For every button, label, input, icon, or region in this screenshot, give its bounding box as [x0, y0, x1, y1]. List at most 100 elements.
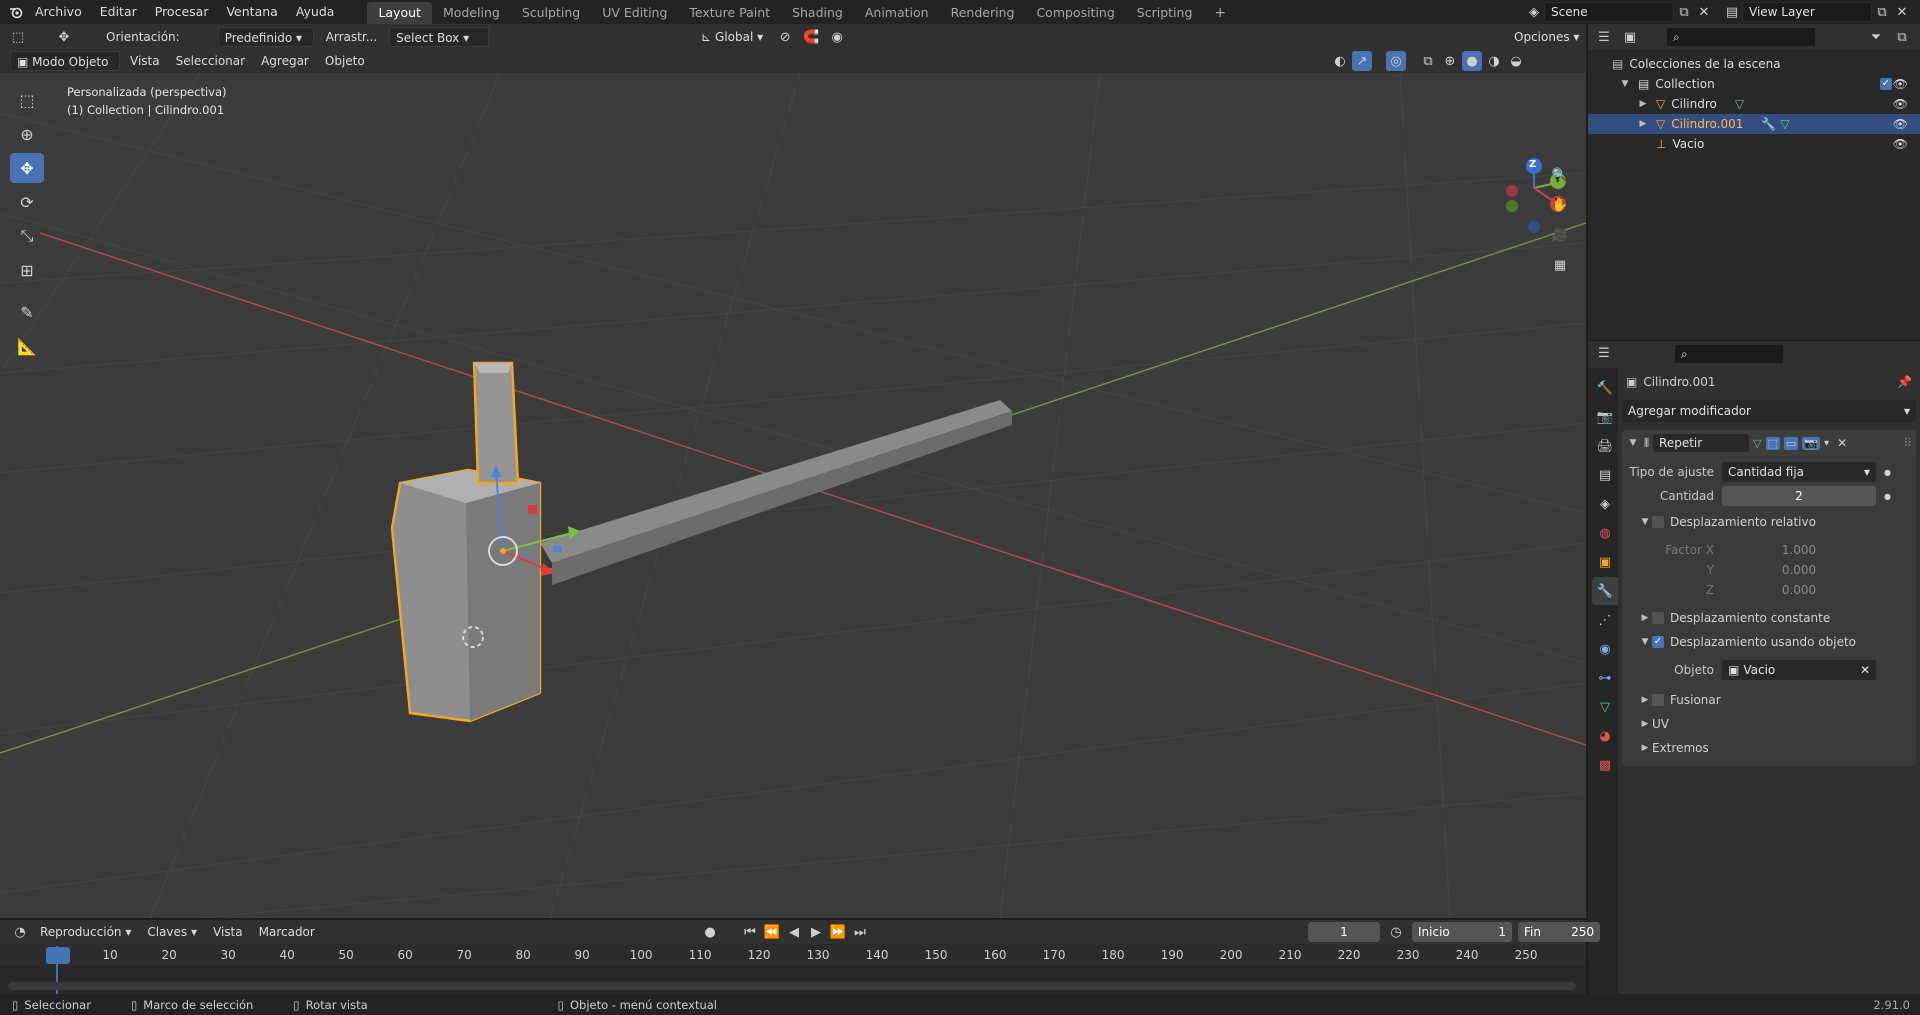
- tool-tab-icon[interactable]: 🔨: [1592, 374, 1618, 402]
- menu-agregar[interactable]: Agregar: [255, 51, 315, 71]
- start-frame-field[interactable]: Inicio 1: [1412, 922, 1512, 942]
- modifier-name-field[interactable]: Repetir: [1653, 434, 1750, 452]
- selected-object-cilindro-001[interactable]: [390, 361, 542, 723]
- outliner-collection[interactable]: ▼ ▤ Collection ✓ 👁: [1588, 74, 1920, 94]
- menu-reproduccion[interactable]: Reproducción ▾: [34, 922, 137, 942]
- transform-tool-icon[interactable]: ⊞: [10, 255, 44, 285]
- scene-field[interactable]: Scene: [1544, 2, 1674, 22]
- keyframe-dot-icon[interactable]: ●: [1884, 492, 1891, 501]
- tab-scripting[interactable]: Scripting: [1126, 2, 1204, 24]
- end-frame-field[interactable]: Fin 250: [1518, 922, 1600, 942]
- relative-offset-row[interactable]: ▼ Desplazamiento relativo: [1622, 510, 1916, 534]
- tab-layout[interactable]: Layout: [367, 2, 432, 24]
- constant-offset-checkbox[interactable]: [1652, 612, 1664, 624]
- physics-tab-icon[interactable]: ◉: [1592, 635, 1618, 663]
- menu-archivo[interactable]: Archivo: [26, 0, 91, 24]
- outliner-item-cilindro-001[interactable]: ▶ ▽ Cilindro.001 🔧 ▽ 👁: [1588, 114, 1920, 134]
- texture-tab-icon[interactable]: ▩: [1592, 751, 1618, 779]
- view-layer-tab-icon[interactable]: ▤: [1592, 461, 1618, 489]
- play-reverse-icon[interactable]: ◀: [784, 922, 804, 942]
- caps-row[interactable]: ▶ Extremos: [1622, 736, 1916, 760]
- visibility-eye-icon[interactable]: 👁: [1893, 117, 1908, 131]
- material-shading-icon[interactable]: ◑: [1484, 51, 1504, 71]
- outliner-search[interactable]: ⌕: [1666, 27, 1816, 47]
- solid-shading-icon[interactable]: ●: [1462, 51, 1482, 71]
- visibility-icon[interactable]: ◐: [1330, 51, 1350, 71]
- transform-tool-icon[interactable]: ✥: [54, 27, 74, 47]
- close-view-layer-icon[interactable]: ✕: [1892, 2, 1912, 22]
- properties-search[interactable]: ⌕: [1674, 343, 1784, 364]
- options-dropdown[interactable]: Opciones ▾: [1508, 27, 1585, 47]
- expand-icon[interactable]: ▶: [1636, 119, 1650, 129]
- collection-visibility-icon[interactable]: 👁: [1893, 77, 1908, 91]
- properties-editor-type-icon[interactable]: ☰: [1594, 344, 1614, 364]
- collection-checkbox[interactable]: ✓: [1880, 78, 1892, 90]
- view-layer-icon[interactable]: ▤: [1722, 2, 1742, 22]
- filter-icon[interactable]: ⏷: [1866, 27, 1886, 47]
- particles-tab-icon[interactable]: ⋰: [1592, 606, 1618, 634]
- pan-hand-icon[interactable]: ✋: [1550, 195, 1570, 215]
- frame-ruler[interactable]: 1102030405060708090100110120130140150160…: [0, 944, 1586, 966]
- render-icon[interactable]: 📷: [1802, 436, 1821, 450]
- rendered-shading-icon[interactable]: ◒: [1506, 51, 1526, 71]
- tab-shading[interactable]: Shading: [781, 2, 854, 24]
- expand-merge-icon[interactable]: ▶: [1638, 695, 1652, 705]
- modifier-wrench-icon[interactable]: 🔧: [1761, 117, 1776, 131]
- close-scene-icon[interactable]: ✕: [1694, 2, 1714, 22]
- menu-ventana[interactable]: Ventana: [217, 0, 286, 24]
- on-cage-icon[interactable]: ⬚: [1765, 436, 1780, 450]
- menu-vista-timeline[interactable]: Vista: [207, 922, 249, 942]
- play-icon[interactable]: ▶: [806, 922, 826, 942]
- wireframe-shading-icon[interactable]: ⊕: [1440, 51, 1460, 71]
- tab-uv-editing[interactable]: UV Editing: [591, 2, 678, 24]
- editor-type-icon[interactable]: ⬚: [8, 27, 28, 47]
- overlay-toggle-icon[interactable]: ◎: [1386, 51, 1406, 71]
- expand-icon[interactable]: ▶: [1636, 99, 1650, 109]
- tab-sculpting[interactable]: Sculpting: [511, 2, 591, 24]
- jump-end-icon[interactable]: ⏭: [850, 922, 870, 942]
- expand-constant-icon[interactable]: ▶: [1638, 613, 1652, 623]
- tab-rendering[interactable]: Rendering: [940, 2, 1026, 24]
- material-tab-icon[interactable]: ◕: [1592, 722, 1618, 750]
- tab-texture-paint[interactable]: Texture Paint: [678, 2, 781, 24]
- expand-collection-icon[interactable]: ▼: [1618, 79, 1632, 89]
- select-tool-icon[interactable]: ⬚: [10, 85, 44, 115]
- new-view-layer-icon[interactable]: ⧉: [1872, 2, 1892, 22]
- factor-z-field[interactable]: 0.000: [1722, 580, 1876, 600]
- render-tab-icon[interactable]: 📷: [1592, 403, 1618, 431]
- jump-start-icon[interactable]: ⏮: [740, 922, 760, 942]
- orientation-dropdown[interactable]: Predefinido ▾: [217, 27, 314, 47]
- tab-compositing[interactable]: Compositing: [1025, 2, 1125, 24]
- pin-icon[interactable]: 📌: [1897, 375, 1912, 389]
- menu-seleccionar[interactable]: Seleccionar: [170, 51, 251, 71]
- expand-relative-icon[interactable]: ▼: [1638, 517, 1652, 527]
- expand-uv-icon[interactable]: ▶: [1638, 719, 1652, 729]
- prev-keyframe-icon[interactable]: ⏪: [762, 922, 782, 942]
- measure-tool-icon[interactable]: 📐: [10, 331, 44, 361]
- zoom-icon[interactable]: 🔍: [1550, 165, 1570, 185]
- scene-tab-icon[interactable]: ◈: [1592, 490, 1618, 518]
- modifier-tab-icon[interactable]: 🔧: [1592, 577, 1618, 605]
- tab-modeling[interactable]: Modeling: [432, 2, 511, 24]
- rotate-tool-icon[interactable]: ⟳: [10, 187, 44, 217]
- drag-dropdown[interactable]: Arrastr...: [320, 27, 383, 47]
- mode-dropdown[interactable]: ▣ Modo Objeto ▾: [10, 51, 120, 89]
- timeline-editor-type-icon[interactable]: ◔: [10, 922, 30, 942]
- blender-logo-icon[interactable]: [6, 2, 26, 22]
- count-field[interactable]: 2: [1722, 486, 1876, 506]
- constraints-tab-icon[interactable]: ⊶: [1592, 664, 1618, 692]
- add-modifier-button[interactable]: Agregar modificador ▾: [1622, 400, 1916, 422]
- snap-icon[interactable]: 🧲: [801, 27, 821, 47]
- view-layer-field[interactable]: View Layer: [1742, 2, 1872, 22]
- visibility-eye-icon[interactable]: 👁: [1893, 97, 1908, 111]
- add-workspace-button[interactable]: +: [1203, 2, 1237, 24]
- pivot-icon[interactable]: ⊘: [775, 27, 795, 47]
- factor-y-field[interactable]: 0.000: [1722, 560, 1876, 580]
- clock-icon[interactable]: ◷: [1386, 922, 1406, 942]
- relative-offset-checkbox[interactable]: [1652, 516, 1664, 528]
- offset-object-field[interactable]: ▣ Vacio ✕: [1722, 660, 1876, 680]
- timeline-scrollbar[interactable]: [8, 982, 1576, 990]
- world-tab-icon[interactable]: ◍: [1592, 519, 1618, 547]
- constant-offset-row[interactable]: ▶ Desplazamiento constante: [1622, 606, 1916, 630]
- perspective-toggle-icon[interactable]: ▦: [1550, 255, 1570, 275]
